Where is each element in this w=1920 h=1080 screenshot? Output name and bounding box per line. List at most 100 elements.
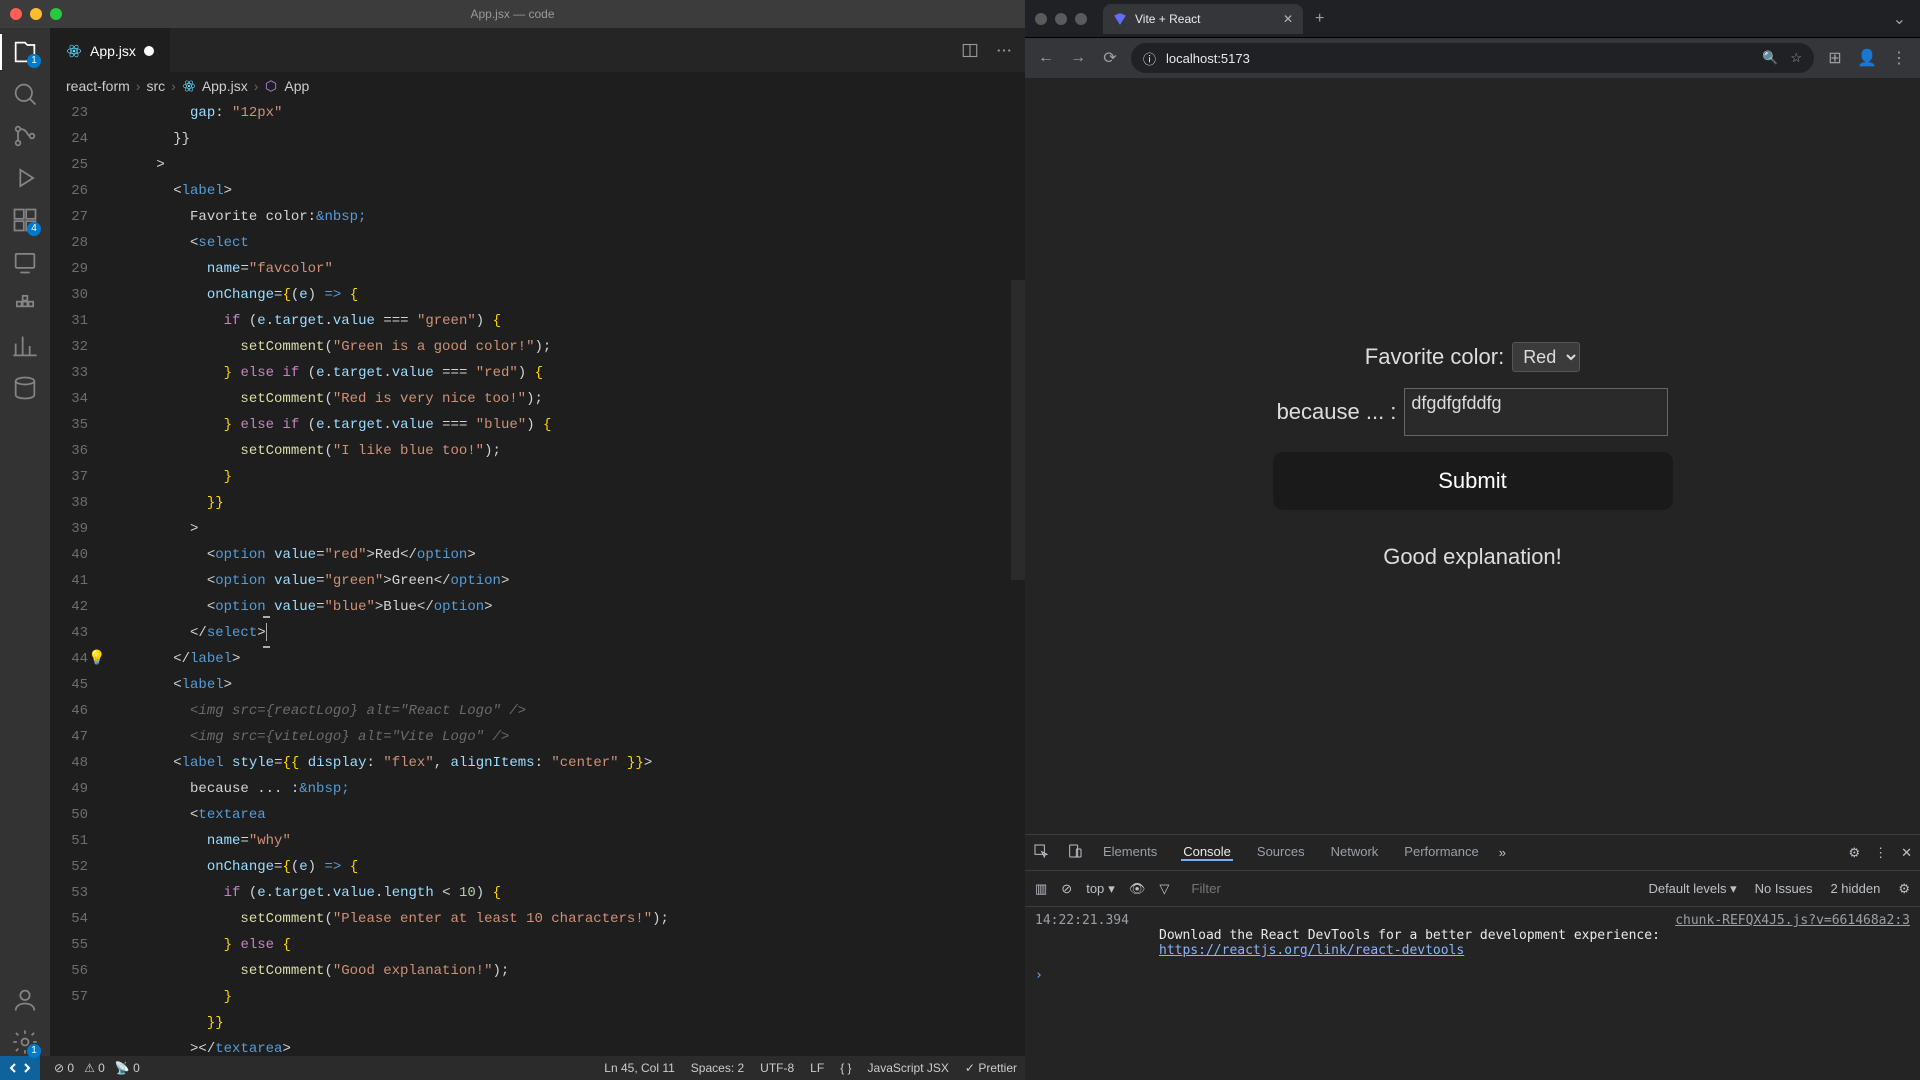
devtools-settings-icon[interactable]: ⚙	[1848, 845, 1860, 861]
breadcrumb-symbol: App	[284, 78, 309, 94]
console-sidebar-icon[interactable]: ▥	[1035, 881, 1047, 897]
vite-favicon-icon	[1113, 12, 1127, 26]
bookmark-icon[interactable]: ☆	[1790, 50, 1802, 66]
feedback-message: Good explanation!	[1383, 544, 1562, 570]
live-expression-icon[interactable]: 👁	[1129, 881, 1146, 897]
settings-icon[interactable]: 1	[11, 1028, 39, 1056]
search-icon[interactable]	[11, 80, 39, 108]
log-source[interactable]: chunk-REFQX4J5.js?v=661468a2:3	[1675, 913, 1910, 928]
color-select[interactable]: Red	[1512, 342, 1580, 372]
close-tab-icon[interactable]: ✕	[1283, 12, 1293, 26]
indent-info[interactable]: Spaces: 2	[691, 1061, 744, 1075]
browser-tab[interactable]: Vite + React ✕	[1103, 4, 1303, 34]
browser-toolbar: ← → ⟳ ⓘ localhost:5173 🔍 ☆ ⊞ 👤 ⋮	[1025, 38, 1920, 78]
source-control-icon[interactable]	[11, 122, 39, 150]
more-icon[interactable]	[995, 39, 1013, 62]
inspect-icon[interactable]	[1033, 843, 1049, 862]
braces-icon[interactable]: { }	[840, 1061, 851, 1075]
debug-icon[interactable]	[11, 164, 39, 192]
tab-filename: App.jsx	[90, 43, 136, 59]
browser-window: Vite + React ✕ + ⌄ ← → ⟳ ⓘ localhost:517…	[1025, 0, 1920, 1080]
console-output[interactable]: 14:22:21.394 chunk-REFQX4J5.js?v=661468a…	[1025, 907, 1920, 1080]
reload-icon[interactable]: ⟳	[1099, 47, 1121, 69]
symbol-method-icon	[264, 79, 278, 93]
site-info-icon[interactable]: ⓘ	[1143, 49, 1156, 68]
context-selector[interactable]: top ▾	[1086, 881, 1115, 897]
devtools-tab-network[interactable]: Network	[1329, 844, 1381, 859]
error-count[interactable]: ⊘ 0	[54, 1061, 74, 1075]
vscode-titlebar: App.jsx — code	[0, 0, 1025, 28]
explorer-badge: 1	[27, 54, 41, 68]
submit-button[interactable]: Submit	[1273, 452, 1673, 510]
react-file-icon	[182, 79, 196, 93]
eol-info[interactable]: LF	[810, 1061, 824, 1075]
issues-count[interactable]: No Issues	[1755, 881, 1813, 896]
profile-icon[interactable]: 👤	[1856, 47, 1878, 69]
why-textarea[interactable]: dfgdfgfddfg	[1404, 388, 1668, 436]
new-tab-icon[interactable]: +	[1315, 10, 1324, 28]
color-label: Favorite color:	[1365, 344, 1504, 370]
account-icon[interactable]	[11, 986, 39, 1014]
log-message: Download the React DevTools for a better…	[1159, 928, 1910, 943]
forward-icon[interactable]: →	[1067, 47, 1089, 69]
devtools-tab-elements[interactable]: Elements	[1101, 844, 1159, 859]
devtools-tab-sources[interactable]: Sources	[1255, 844, 1307, 859]
devtools-tab-performance[interactable]: Performance	[1402, 844, 1480, 859]
devtools-menu-icon[interactable]: ⋮	[1874, 845, 1887, 861]
minimap-thumb[interactable]	[1011, 280, 1025, 580]
react-file-icon	[66, 43, 82, 59]
tabs-dropdown-icon[interactable]: ⌄	[1893, 9, 1906, 29]
window-title: App.jsx — code	[470, 7, 554, 21]
remote-indicator[interactable]	[0, 1056, 40, 1080]
tab-title: Vite + React	[1135, 12, 1200, 26]
split-editor-icon[interactable]	[961, 39, 979, 62]
log-link[interactable]: https://reactjs.org/link/react-devtools	[1159, 943, 1464, 958]
filter-input[interactable]	[1183, 877, 1634, 900]
hidden-count[interactable]: 2 hidden	[1830, 881, 1880, 896]
console-settings-icon[interactable]: ⚙	[1898, 881, 1910, 897]
breadcrumb-file: App.jsx	[202, 78, 248, 94]
devtools-tabbar: Elements Console Sources Network Performance…	[1025, 835, 1920, 871]
extensions-icon[interactable]: ⊞	[1824, 47, 1846, 69]
database-icon[interactable]	[11, 374, 39, 402]
encoding-info[interactable]: UTF-8	[760, 1061, 794, 1075]
prettier-status[interactable]: ✓ Prettier	[965, 1061, 1017, 1075]
because-label: because ... :	[1277, 399, 1397, 425]
maximize-window-icon[interactable]	[1075, 13, 1087, 25]
remote-icon[interactable]	[11, 248, 39, 276]
minimize-window-icon[interactable]	[1055, 13, 1067, 25]
language-mode[interactable]: JavaScript JSX	[868, 1061, 949, 1075]
more-tabs-icon[interactable]: »	[1499, 845, 1506, 860]
url-text: localhost:5173	[1166, 51, 1250, 66]
minimize-window-icon[interactable]	[30, 8, 42, 20]
ports-icon[interactable]: 📡 0	[115, 1061, 140, 1075]
status-bar: ⊘ 0 ⚠ 0 📡 0 Ln 45, Col 11 Spaces: 2 UTF-…	[0, 1056, 1025, 1080]
menu-icon[interactable]: ⋮	[1888, 47, 1910, 69]
cursor-position[interactable]: Ln 45, Col 11	[604, 1061, 675, 1075]
console-prompt[interactable]: ›	[1035, 968, 1910, 983]
code-editor[interactable]: 2324252627282930313233343536373839404142…	[50, 100, 1025, 1056]
devtools: Elements Console Sources Network Performance…	[1025, 834, 1920, 1080]
clear-console-icon[interactable]: ⊘	[1061, 881, 1072, 897]
zoom-icon[interactable]: 🔍	[1762, 50, 1778, 66]
editor-tab[interactable]: App.jsx	[50, 28, 170, 72]
breadcrumb-folder: src	[146, 78, 165, 94]
devtools-close-icon[interactable]: ✕	[1901, 845, 1912, 861]
maximize-window-icon[interactable]	[50, 8, 62, 20]
devtools-tab-console[interactable]: Console	[1181, 844, 1233, 861]
graph-icon[interactable]	[11, 332, 39, 360]
explorer-icon[interactable]: 1	[11, 38, 39, 66]
docker-icon[interactable]	[11, 290, 39, 318]
close-window-icon[interactable]	[10, 8, 22, 20]
back-icon[interactable]: ←	[1035, 47, 1057, 69]
page-content: Favorite color: Red because ... : dfgdfg…	[1025, 78, 1920, 834]
breadcrumb[interactable]: react-form › src › App.jsx › App	[50, 72, 1025, 100]
extensions-icon[interactable]: 4	[11, 206, 39, 234]
warning-count[interactable]: ⚠ 0	[84, 1061, 105, 1075]
close-window-icon[interactable]	[1035, 13, 1047, 25]
log-timestamp: 14:22:21.394	[1035, 913, 1145, 928]
address-bar[interactable]: ⓘ localhost:5173 🔍 ☆	[1131, 43, 1814, 73]
device-toggle-icon[interactable]	[1067, 843, 1083, 862]
log-levels[interactable]: Default levels ▾	[1648, 881, 1736, 897]
minimap[interactable]	[1011, 100, 1025, 1056]
